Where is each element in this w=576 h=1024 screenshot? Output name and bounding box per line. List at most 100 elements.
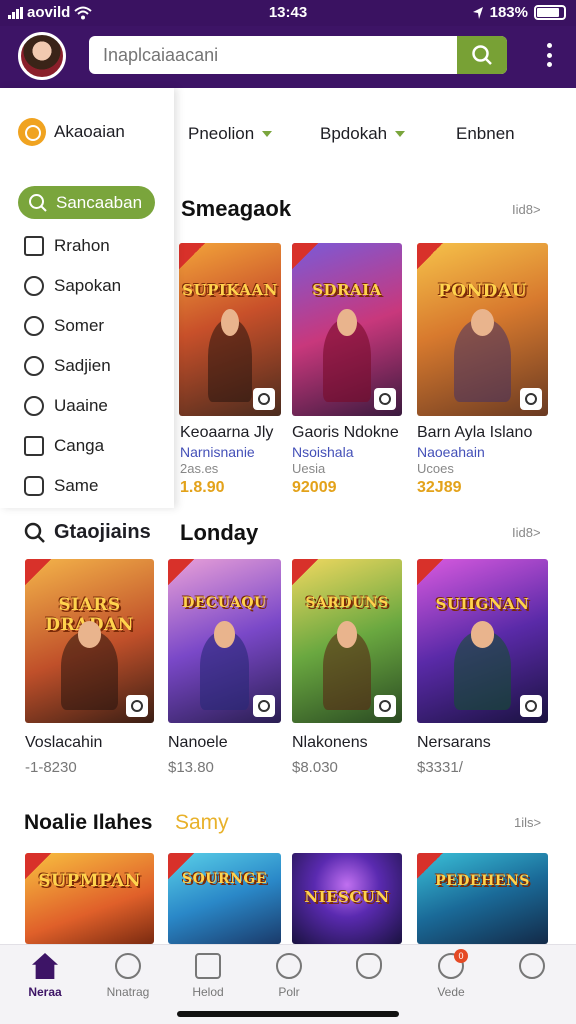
home-icon	[32, 953, 58, 979]
section-title: Londay	[180, 520, 259, 545]
game-badge-icon	[520, 695, 542, 717]
star-icon	[24, 396, 44, 416]
game-badge-icon	[253, 695, 275, 717]
side-drawer: Akaoaian Sancaaban Rrahon Sapokan Somer …	[0, 88, 174, 508]
drawer-item[interactable]: Canga	[24, 436, 104, 456]
notification-icon: 0	[438, 949, 468, 979]
tab-1[interactable]: Bpdokah	[320, 124, 406, 144]
avatar[interactable]	[18, 32, 66, 80]
section-accent-title[interactable]: Samy	[175, 811, 229, 835]
game-price: $13.80	[168, 759, 214, 776]
search-icon	[29, 193, 47, 212]
game-price: 1.8.90	[180, 479, 225, 496]
game-card-image[interactable]: SUPMPAN	[25, 853, 154, 944]
tab-0[interactable]: Pneolion	[188, 124, 273, 144]
battery-icon	[534, 5, 566, 20]
game-meta: 2as.es	[180, 461, 219, 476]
game-badge-icon	[520, 388, 542, 410]
more-menu-button[interactable]	[542, 40, 556, 70]
app-header	[0, 26, 576, 88]
status-bar: aovild 13:43 183%	[0, 0, 576, 26]
chat-icon	[24, 316, 44, 336]
game-badge-icon	[253, 388, 275, 410]
game-card-image[interactable]: DECUAQU	[168, 559, 281, 723]
chevron-down-icon	[262, 131, 273, 137]
search-icon	[24, 522, 45, 543]
game-meta: Uesia	[292, 461, 326, 476]
message-icon	[195, 953, 221, 979]
search-input[interactable]	[89, 36, 457, 74]
drawer-item[interactable]: Somer	[24, 316, 104, 336]
person-icon	[115, 953, 141, 979]
hand-icon	[356, 953, 382, 979]
search-bar	[89, 36, 507, 74]
game-badge-icon	[374, 388, 396, 410]
nav-item-3[interactable]: Polr	[249, 953, 329, 999]
circle-icon	[24, 476, 44, 496]
game-name[interactable]: Nanoele	[168, 734, 228, 752]
nav-item-6[interactable]	[492, 953, 572, 985]
controller-icon	[276, 953, 302, 979]
brand-logo-icon	[18, 118, 46, 146]
game-card-image[interactable]: NIESCUN	[292, 853, 402, 944]
drawer-brand: Akaoaian	[54, 122, 125, 141]
profile-icon	[519, 953, 545, 979]
game-publisher: Nsoishala	[292, 444, 354, 460]
notification-badge: 0	[454, 949, 468, 963]
drawer-item[interactable]: Same	[24, 476, 98, 496]
game-price: 92009	[292, 479, 337, 496]
see-more-link[interactable]: 1ils>	[514, 815, 541, 830]
game-card-image[interactable]: PEDEHENS	[417, 853, 548, 944]
nav-item-5[interactable]: 0 Vede	[411, 949, 491, 999]
drawer-item-active[interactable]: Sancaaban	[18, 186, 155, 219]
home-indicator	[177, 1011, 399, 1017]
section-title: Noalie Ilahes	[24, 811, 153, 834]
game-publisher: Naoeahain	[417, 444, 485, 460]
game-publisher: Narnisnanie	[180, 444, 255, 460]
nav-item-2[interactable]: Helod	[168, 953, 248, 999]
game-badge-icon	[374, 695, 396, 717]
game-name[interactable]: Gaoris Ndokne	[292, 424, 399, 442]
game-badge-icon	[126, 695, 148, 717]
drawer-item[interactable]: Sadjien	[24, 356, 111, 376]
drawer-item[interactable]: Uaaine	[24, 396, 108, 416]
game-card-image[interactable]: SDRAIA	[292, 243, 402, 416]
game-name[interactable]: Barn Ayla Islano	[417, 424, 532, 442]
search-icon	[24, 356, 44, 376]
game-name[interactable]: Nlakonens	[292, 734, 368, 752]
calendar-icon	[24, 436, 44, 456]
game-price: $3331/	[417, 759, 463, 776]
game-name[interactable]: Keoaarna Jly	[180, 424, 273, 442]
search-icon	[472, 45, 492, 65]
game-card-image[interactable]: SUIIGNAN	[417, 559, 548, 723]
grid-icon	[24, 236, 44, 256]
game-card-image[interactable]: SOURNGE	[168, 853, 281, 944]
see-more-link[interactable]: Iid8>	[512, 525, 541, 540]
drawer-item[interactable]: Sapokan	[24, 276, 121, 296]
nav-item-1[interactable]: Nnatrag	[88, 953, 168, 999]
chevron-down-icon	[395, 131, 406, 137]
coin-icon	[24, 276, 44, 296]
drawer-header: Akaoaian	[18, 118, 125, 146]
game-card-image[interactable]: SUPIKAAN	[179, 243, 281, 416]
nav-item-home[interactable]: Neraa	[5, 953, 85, 999]
search-button[interactable]	[457, 36, 507, 74]
game-card-image[interactable]: PONDAU	[417, 243, 548, 416]
game-name[interactable]: Nersarans	[417, 734, 491, 752]
category-tabs: Pneolion Bpdokah Enbnen	[174, 110, 576, 160]
game-card-image[interactable]: SIARS DRADAN	[25, 559, 154, 723]
drawer-item[interactable]: Rrahon	[24, 236, 110, 256]
game-price: 32J89	[417, 479, 462, 496]
location-icon	[472, 6, 483, 19]
game-price: $8.030	[292, 759, 338, 776]
game-card-image[interactable]: SARDUNS	[292, 559, 402, 723]
game-meta: Ucoes	[417, 461, 454, 476]
categories-label[interactable]: Gtaojiains	[24, 521, 151, 544]
see-more-link[interactable]: Iid8>	[512, 202, 541, 217]
battery-percent: 183%	[489, 4, 528, 21]
section-title: Smeagaok	[181, 196, 292, 221]
nav-item-4[interactable]	[329, 953, 409, 985]
game-price: -1-8230	[25, 759, 77, 776]
game-name[interactable]: Voslacahin	[25, 734, 102, 752]
tab-2[interactable]: Enbnen	[456, 124, 515, 144]
